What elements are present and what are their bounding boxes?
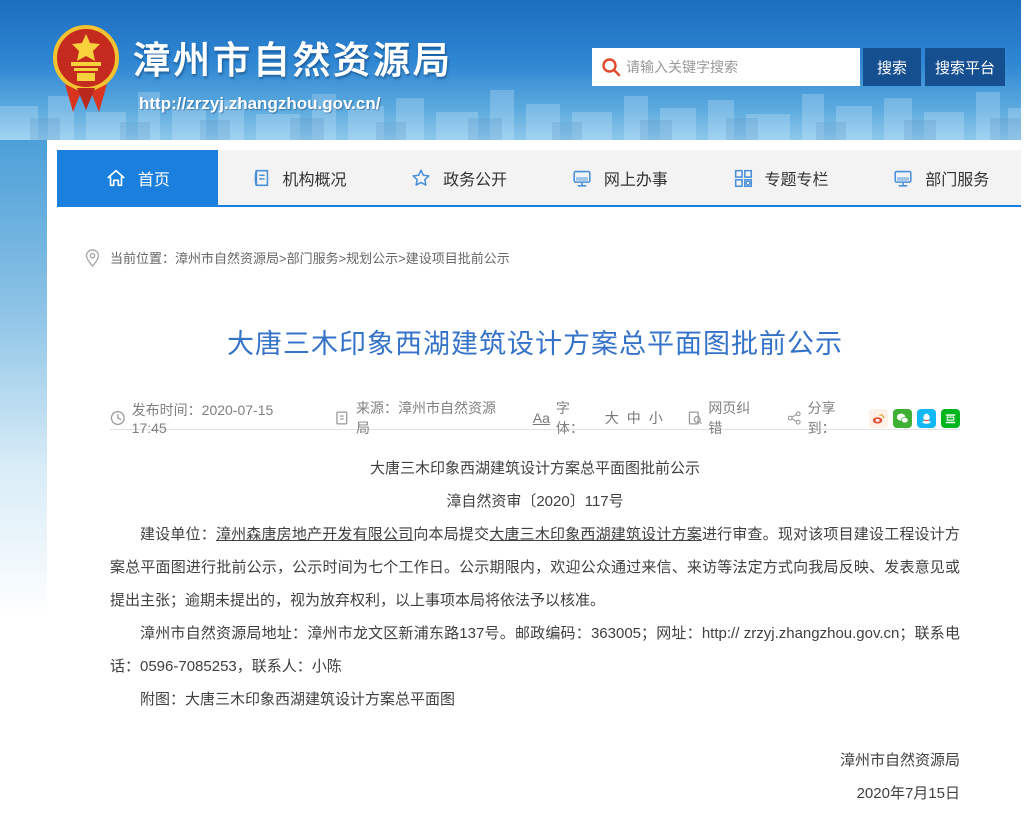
source-text: 来源：漳州市自然资源局: [356, 398, 507, 438]
clock-icon: [110, 410, 126, 426]
source: 来源：漳州市自然资源局: [334, 398, 506, 438]
signature-block: 漳州市自然资源局 2020年7月15日: [110, 744, 960, 810]
source-doc-icon: [334, 410, 350, 426]
developer-company-link[interactable]: 漳州森唐房地产开发有限公司: [216, 526, 413, 543]
home-icon: [105, 167, 127, 189]
breadcrumb-trail[interactable]: 当前位置：漳州市自然资源局>部门服务>规划公示>建设项目批前公示: [110, 248, 510, 267]
nav-label: 首页: [138, 166, 170, 190]
font-size-label: 字体：: [556, 398, 597, 438]
signature-agency: 漳州市自然资源局: [110, 744, 960, 777]
search-platform-button[interactable]: 搜索平台: [925, 48, 1005, 86]
meta-left: 发布时间：2020-07-15 17:45 来源：漳州市自然资源局: [110, 398, 533, 438]
nav-item-online-services[interactable]: 网上办事: [539, 150, 700, 205]
nav-label: 网上办事: [604, 166, 668, 190]
weibo-icon[interactable]: [869, 409, 888, 428]
site-title: 漳州市自然资源局: [133, 30, 453, 84]
nav-label: 政务公开: [443, 166, 507, 190]
nav-item-home[interactable]: 首页: [57, 150, 218, 205]
location-pin-icon: [85, 249, 100, 267]
page-correction-label: 网页纠错: [708, 398, 762, 438]
article-meta-bar: 发布时间：2020-07-15 17:45 来源：漳州市自然资源局 Aa 字体：…: [110, 398, 960, 430]
font-size-small-button[interactable]: 小: [649, 408, 663, 428]
nav-label: 机构概况: [283, 166, 347, 190]
document-title: 大唐三木印象西湖建筑设计方案总平面图批前公示: [110, 452, 960, 485]
wechat-icon[interactable]: [893, 409, 912, 428]
org-doc-icon: [250, 167, 272, 189]
nav-item-special-topics[interactable]: 专题专栏: [700, 150, 861, 205]
main-nav: 首页 机构概况 政务公开 网上办事: [57, 150, 1021, 207]
grid-icon: [732, 167, 754, 189]
meta-right: Aa 字体： 大 中 小 网页纠错: [533, 398, 960, 438]
monitor-icon: [892, 167, 914, 189]
share-label: 分享到：: [808, 398, 860, 438]
font-aa-label: Aa: [533, 410, 550, 426]
share-icon-row: [864, 409, 960, 428]
site-logo[interactable]: 漳州市自然资源局 http://zrzyj.zhangzhou.gov.cn/: [53, 20, 453, 114]
search-button[interactable]: 搜索: [863, 48, 921, 86]
font-size-large-button[interactable]: 大: [605, 408, 619, 428]
qq-icon[interactable]: [917, 409, 936, 428]
search-input[interactable]: [592, 48, 860, 86]
paragraph-contact: 漳州市自然资源局地址：漳州市龙文区新浦东路137号。邮政编码：363005；网址…: [110, 617, 960, 683]
p1-lead: 建设单位：: [140, 526, 216, 543]
font-size-medium-button[interactable]: 中: [627, 408, 641, 428]
nav-item-gov-disclosure[interactable]: 政务公开: [378, 150, 539, 205]
nav-label: 专题专栏: [765, 166, 829, 190]
document-number: 漳自然资审〔2020〕117号: [110, 485, 960, 518]
publish-time-text: 发布时间：2020-07-15 17:45: [132, 400, 309, 436]
nav-label: 部门服务: [925, 166, 989, 190]
signature-date: 2020年7月15日: [110, 777, 960, 810]
breadcrumb: 当前位置：漳州市自然资源局>部门服务>规划公示>建设项目批前公示: [85, 248, 510, 267]
page-left-gradient: [0, 140, 47, 620]
paragraph-attachment: 附图：大唐三木印象西湖建筑设计方案总平面图: [110, 683, 960, 716]
monitor-icon: [571, 167, 593, 189]
page-correction-icon: [687, 410, 703, 426]
nav-item-organization[interactable]: 机构概况: [218, 150, 379, 205]
page-title: 大唐三木印象西湖建筑设计方案总平面图批前公示: [110, 322, 960, 361]
star-icon: [410, 167, 432, 189]
search-icon: [601, 57, 621, 77]
header-search: 搜索 搜索平台: [592, 48, 1005, 86]
logo-text: 漳州市自然资源局 http://zrzyj.zhangzhou.gov.cn/: [133, 20, 453, 114]
content-card: 首页 机构概况 政务公开 网上办事: [47, 140, 1027, 831]
site-header: 漳州市自然资源局 http://zrzyj.zhangzhou.gov.cn/ …: [0, 0, 1021, 140]
site-url: http://zrzyj.zhangzhou.gov.cn/: [139, 94, 453, 114]
publish-time: 发布时间：2020-07-15 17:45: [110, 400, 308, 436]
p1-mid: 向本局提交: [413, 526, 489, 543]
article-body: 大唐三木印象西湖建筑设计方案总平面图批前公示 漳自然资审〔2020〕117号 建…: [110, 452, 960, 810]
project-name-link[interactable]: 大唐三木印象西湖建筑设计方案: [489, 526, 702, 543]
national-emblem-icon: [53, 20, 119, 112]
paragraph-notice: 建设单位：漳州森唐房地产开发有限公司向本局提交大唐三木印象西湖建筑设计方案进行审…: [110, 518, 960, 617]
search-box: [592, 48, 860, 86]
share-icon: [787, 410, 802, 426]
nav-item-department-services[interactable]: 部门服务: [860, 150, 1021, 205]
share-group: 分享到：: [787, 398, 960, 438]
page-correction[interactable]: 网页纠错: [687, 398, 763, 438]
douban-icon[interactable]: [941, 409, 960, 428]
